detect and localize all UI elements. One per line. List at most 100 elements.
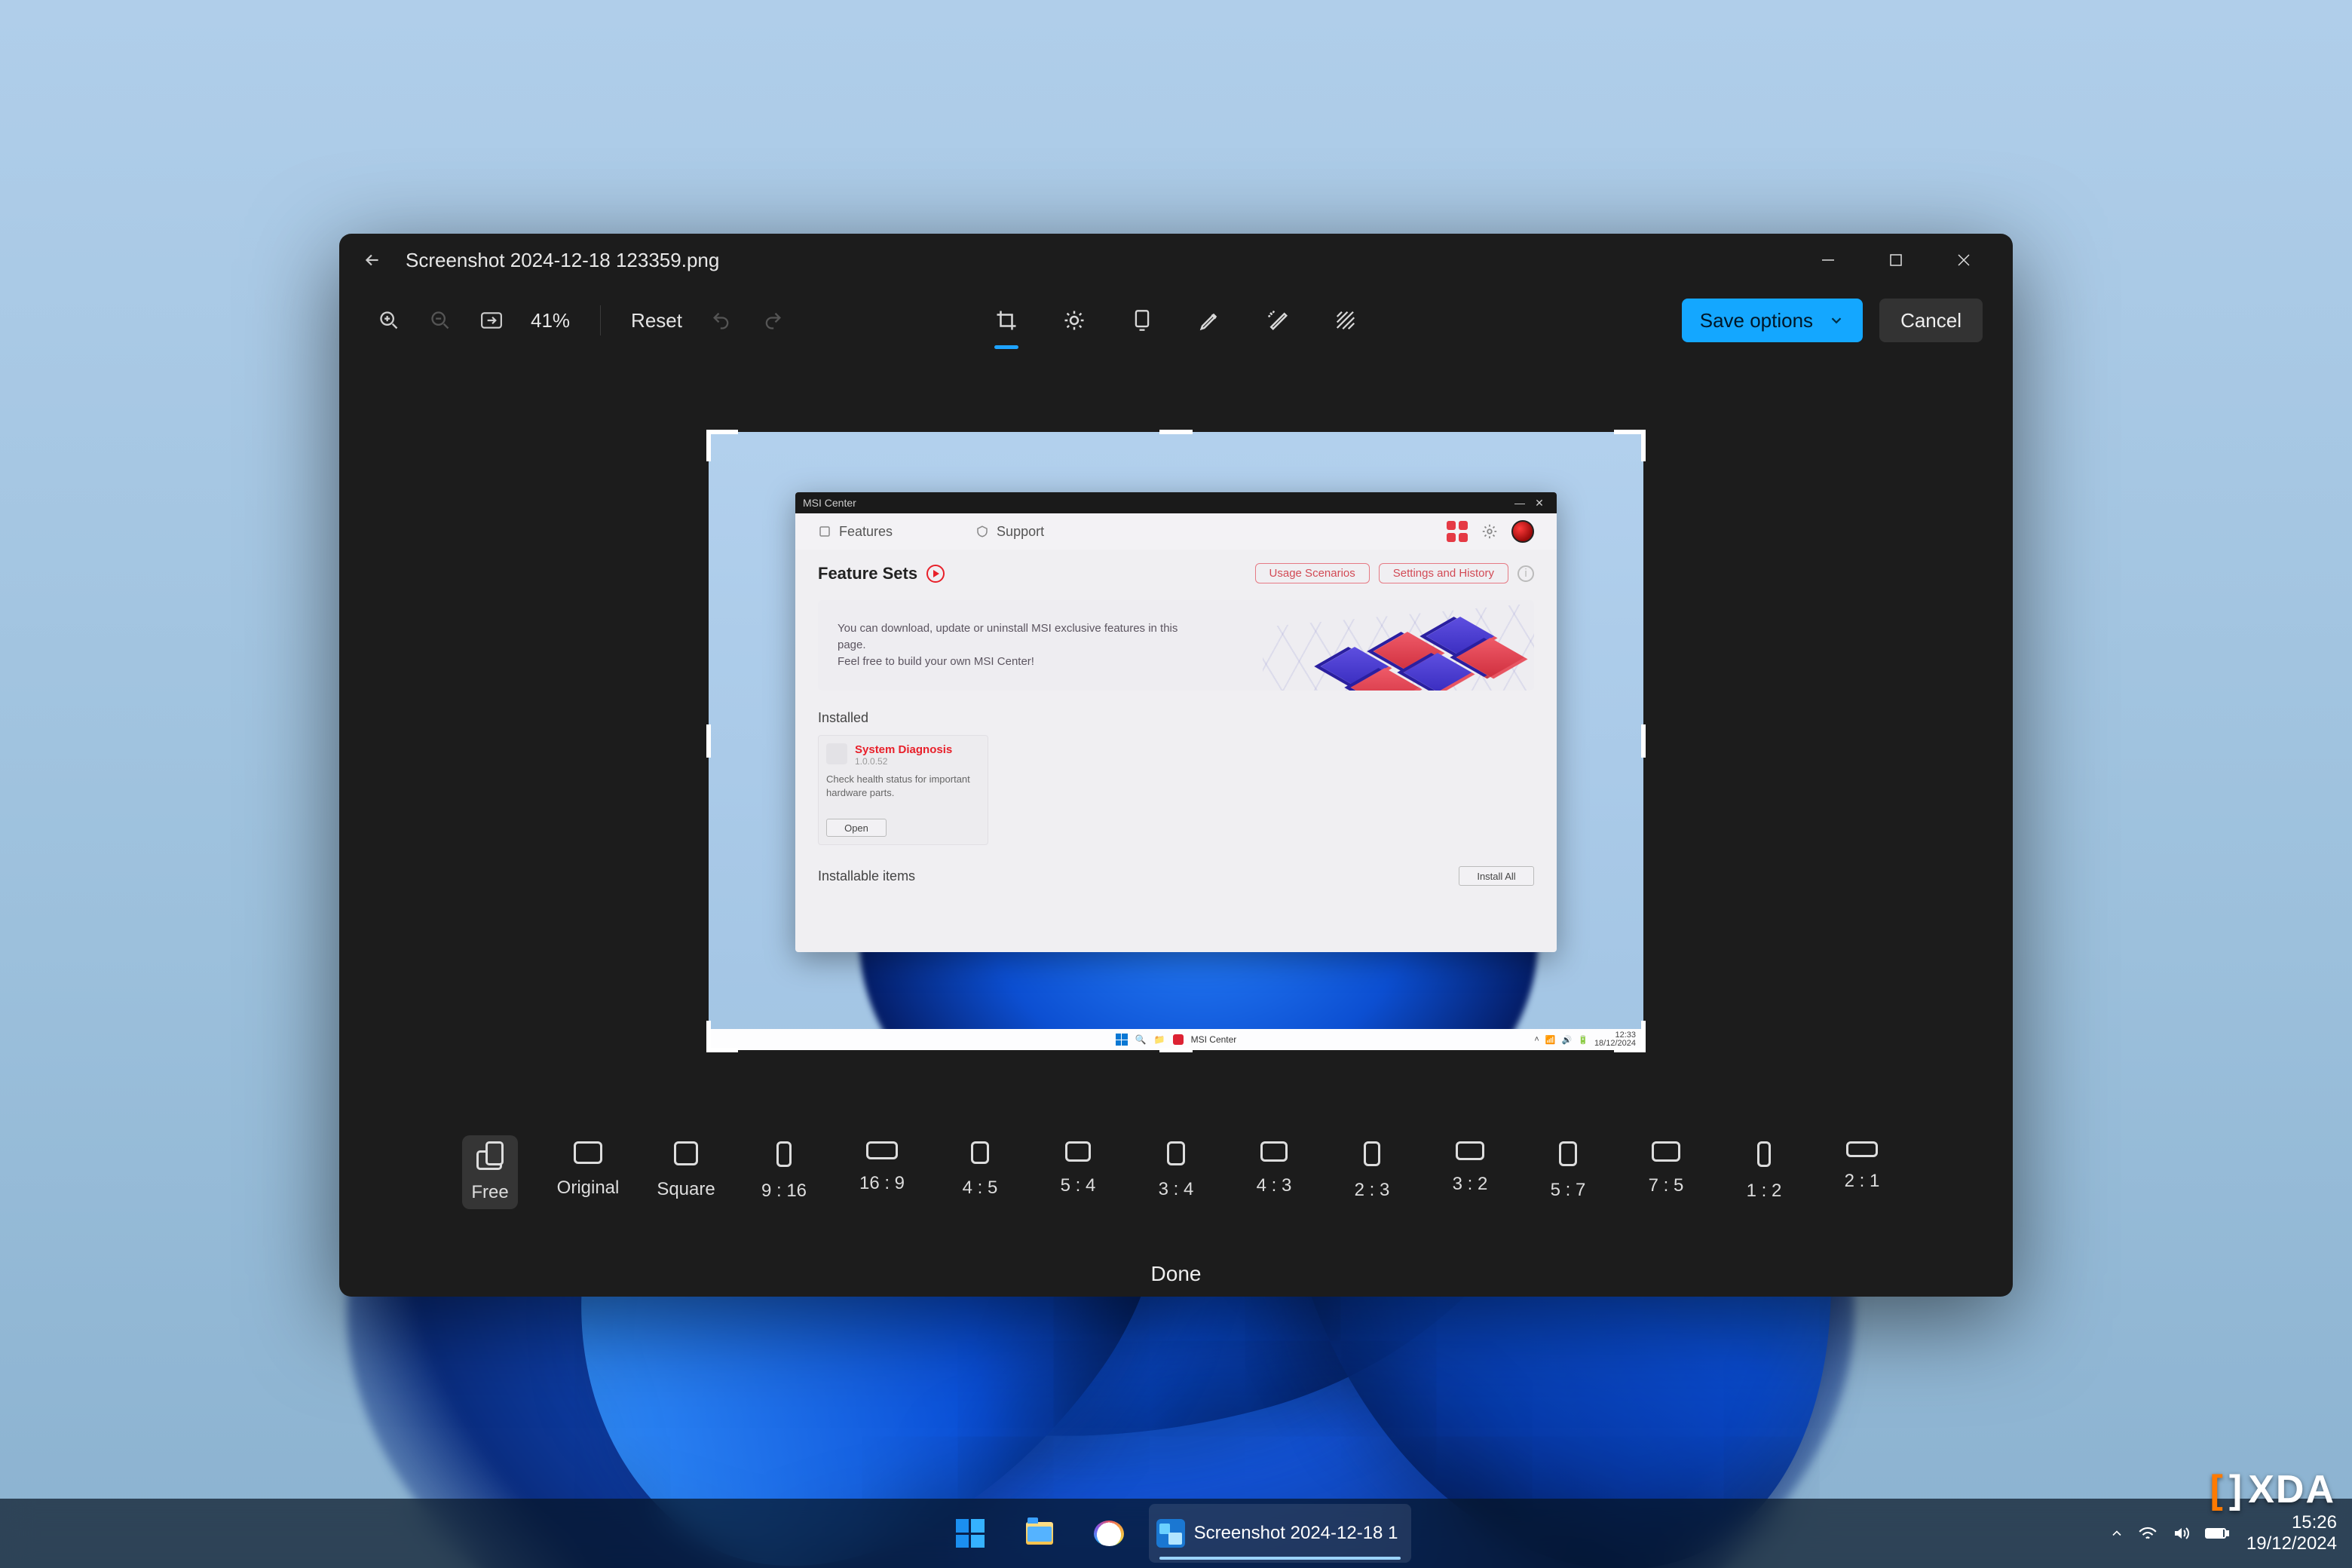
minimize-button[interactable]	[1794, 239, 1862, 281]
tab-filter[interactable]	[1121, 299, 1163, 341]
crop-handle[interactable]	[1641, 430, 1646, 461]
aspect-shape-icon	[1846, 1141, 1878, 1157]
msi-close-icon: ✕	[1530, 497, 1549, 510]
window-title: Screenshot 2024-12-18 123359.png	[406, 249, 719, 272]
card-icon	[826, 743, 847, 764]
aspect-5-7[interactable]: 5 : 7	[1540, 1135, 1596, 1207]
aspect-label: 5 : 4	[1061, 1175, 1096, 1196]
aspect-shape-icon	[1456, 1141, 1484, 1160]
crop-handle[interactable]	[706, 430, 738, 434]
mini-battery-icon: 🔋	[1578, 1035, 1588, 1045]
crop-frame[interactable]: MSI Center — ✕ Features Support	[709, 432, 1643, 1050]
photos-app-icon	[1156, 1519, 1185, 1548]
reset-button[interactable]: Reset	[623, 303, 690, 338]
aspect-square[interactable]: Square	[658, 1135, 714, 1206]
redo-button[interactable]	[753, 301, 792, 340]
save-options-label: Save options	[1700, 309, 1813, 332]
cancel-button[interactable]: Cancel	[1879, 299, 1983, 342]
crop-handle[interactable]	[706, 1048, 738, 1052]
aspect-label: 2 : 3	[1355, 1180, 1390, 1201]
volume-icon[interactable]	[2171, 1524, 2191, 1542]
feature-sets-heading: Feature Sets	[818, 564, 945, 583]
taskbar-app-photos[interactable]: Screenshot 2024-12-18 1	[1149, 1504, 1412, 1563]
done-button[interactable]: Done	[1151, 1262, 1202, 1286]
close-button[interactable]	[1930, 239, 1998, 281]
xda-watermark: [] XDA	[2210, 1467, 2335, 1512]
crop-handle[interactable]	[1641, 1021, 1646, 1052]
taskbar-clock[interactable]: 15:26 19/12/2024	[2246, 1512, 2337, 1554]
aspect-9-16[interactable]: 9 : 16	[756, 1135, 812, 1208]
zoom-in-button[interactable]	[369, 301, 409, 340]
aspect-label: 5 : 7	[1551, 1180, 1586, 1201]
aspect-original[interactable]: Original	[560, 1135, 616, 1205]
crop-handle[interactable]	[706, 724, 711, 758]
aspect-shape-icon	[866, 1141, 898, 1159]
paint-button[interactable]	[1080, 1504, 1138, 1563]
msi-center-window: MSI Center — ✕ Features Support	[795, 492, 1557, 952]
aspect-4-5[interactable]: 4 : 5	[952, 1135, 1008, 1205]
aspect-label: 4 : 3	[1257, 1175, 1292, 1196]
installable-heading: Installable items	[818, 868, 915, 884]
msi-nav-support: Support	[975, 524, 1044, 540]
msi-title: MSI Center	[803, 497, 856, 509]
aspect-label: 2 : 1	[1845, 1171, 1880, 1192]
wifi-icon[interactable]	[2138, 1525, 2158, 1542]
aspect-label: 7 : 5	[1649, 1175, 1684, 1196]
aspect-label: 16 : 9	[859, 1173, 905, 1194]
crop-handle[interactable]	[1159, 430, 1193, 434]
undo-button[interactable]	[702, 301, 741, 340]
aspect-2-3[interactable]: 2 : 3	[1344, 1135, 1400, 1207]
mini-msi-icon	[1173, 1034, 1184, 1045]
zoom-out-button[interactable]	[421, 301, 460, 340]
tab-background[interactable]	[1325, 299, 1367, 341]
msi-banner: You can download, update or uninstall MS…	[818, 600, 1534, 691]
feature-card-system-diagnosis: System Diagnosis 1.0.0.52 Check health s…	[818, 735, 988, 845]
crop-handle[interactable]	[1159, 1048, 1193, 1052]
tab-markup[interactable]	[1189, 299, 1231, 341]
open-button: Open	[826, 819, 887, 837]
file-explorer-button[interactable]	[1010, 1504, 1069, 1563]
tab-adjustment[interactable]	[1053, 299, 1095, 341]
crop-handle[interactable]	[1641, 724, 1646, 758]
mini-search-icon: 🔍	[1135, 1034, 1147, 1045]
aspect-16-9[interactable]: 16 : 9	[854, 1135, 910, 1200]
aspect-2-1[interactable]: 2 : 1	[1834, 1135, 1890, 1198]
crop-handle[interactable]	[706, 1021, 711, 1052]
aspect-3-4[interactable]: 3 : 4	[1148, 1135, 1204, 1206]
installed-heading: Installed	[818, 710, 1534, 726]
aspect-shape-icon	[971, 1141, 989, 1164]
aspect-1-2[interactable]: 1 : 2	[1736, 1135, 1792, 1208]
start-button[interactable]	[941, 1504, 1000, 1563]
save-options-button[interactable]: Save options	[1682, 299, 1863, 342]
mini-chevron-up-icon: ˄	[1534, 1035, 1539, 1044]
tray-chevron-up-icon[interactable]	[2109, 1526, 2124, 1541]
install-all-button: Install All	[1459, 866, 1534, 886]
toolbar: 41% Reset Save options Cancel	[339, 286, 2013, 354]
msi-dragon-badge-icon	[1511, 520, 1534, 543]
aspect-7-5[interactable]: 7 : 5	[1638, 1135, 1694, 1202]
aspect-label: 1 : 2	[1747, 1181, 1782, 1202]
fit-to-window-button[interactable]	[472, 301, 511, 340]
cropped-image: MSI Center — ✕ Features Support	[709, 432, 1643, 1050]
back-button[interactable]	[354, 242, 390, 278]
tab-retouch[interactable]	[1257, 299, 1299, 341]
aspect-shape-icon	[1757, 1141, 1771, 1167]
aspect-label: 4 : 5	[963, 1178, 998, 1199]
crop-handle[interactable]	[706, 430, 711, 461]
mini-taskbar: 🔍 📁 MSI Center ˄ 📶 🔊 🔋 12:33 18/12/2024	[709, 1029, 1643, 1050]
aspect-ratio-row: Free Original Square 9 : 16 16 : 9 4 : 5 5 : 4…	[339, 1128, 2013, 1251]
aspect-3-2[interactable]: 3 : 2	[1442, 1135, 1498, 1201]
aspect-5-4[interactable]: 5 : 4	[1050, 1135, 1106, 1202]
mini-explorer-icon: 📁	[1154, 1034, 1165, 1045]
info-icon: i	[1517, 565, 1534, 582]
maximize-button[interactable]	[1862, 239, 1930, 281]
canvas-area[interactable]: MSI Center — ✕ Features Support	[339, 354, 2013, 1128]
apps-grid-icon	[1447, 521, 1468, 542]
aspect-free[interactable]: Free	[462, 1135, 518, 1209]
play-icon	[926, 565, 945, 583]
mini-wifi-icon: 📶	[1545, 1035, 1556, 1045]
mini-start-icon	[1116, 1034, 1128, 1046]
aspect-4-3[interactable]: 4 : 3	[1246, 1135, 1302, 1202]
tab-crop[interactable]	[985, 299, 1027, 341]
battery-icon[interactable]	[2204, 1526, 2230, 1541]
